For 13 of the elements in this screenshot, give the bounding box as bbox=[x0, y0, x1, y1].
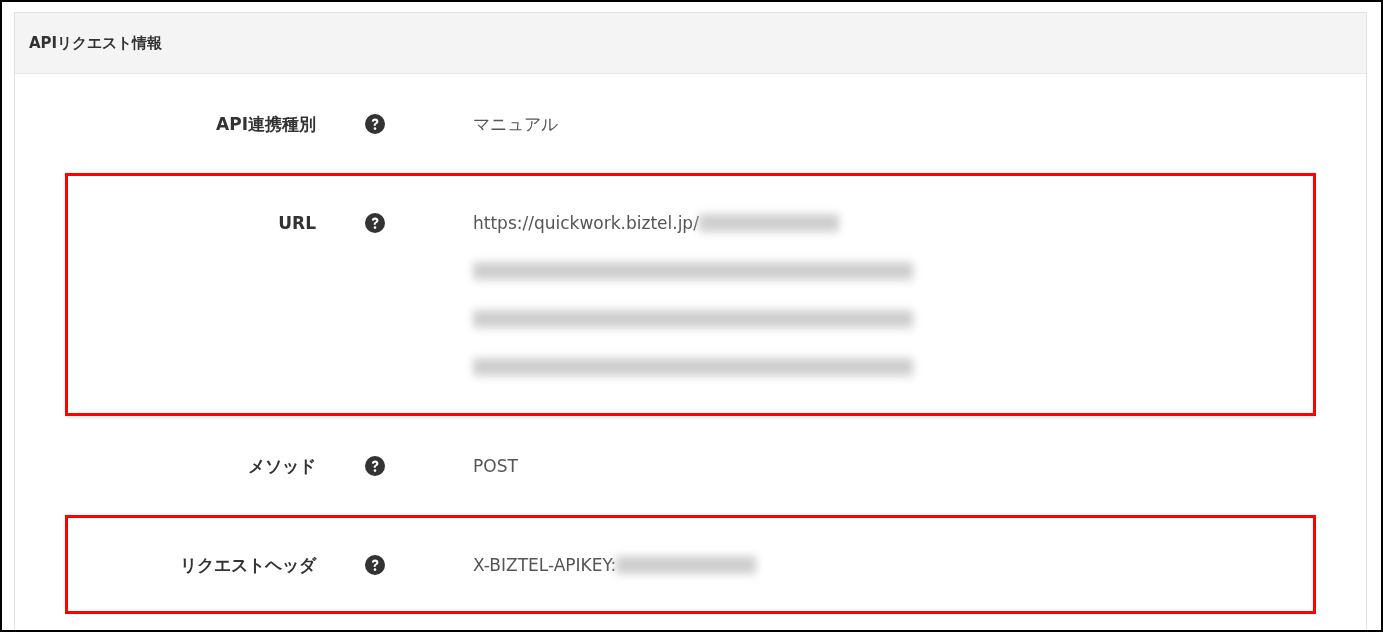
field-value: https://quickwork.biztel.jp/ bbox=[473, 213, 699, 233]
panel-title: APIリクエスト情報 bbox=[29, 33, 163, 53]
field-label: API連携種別 bbox=[215, 113, 316, 136]
help-icon[interactable] bbox=[365, 456, 385, 476]
help-icon[interactable] bbox=[365, 555, 385, 575]
field-label: リクエストヘッダ bbox=[179, 554, 316, 577]
help-icon[interactable] bbox=[365, 213, 385, 233]
field-value: POST bbox=[473, 456, 518, 476]
field-label: URL bbox=[277, 212, 316, 235]
field-value: X-BIZTEL-APIKEY: bbox=[473, 555, 617, 575]
field-label: メソッド bbox=[247, 455, 316, 478]
help-icon[interactable] bbox=[365, 114, 385, 134]
field-value: マニュアル bbox=[473, 112, 558, 136]
